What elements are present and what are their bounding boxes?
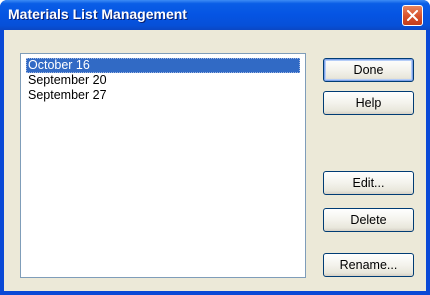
rename-button[interactable]: Rename...	[323, 253, 414, 277]
done-button[interactable]: Done	[323, 58, 414, 82]
dialog-body: October 16 September 20 September 27 Don…	[4, 30, 426, 291]
help-button[interactable]: Help	[323, 91, 414, 115]
list-item[interactable]: September 27	[26, 88, 300, 103]
edit-button[interactable]: Edit...	[323, 171, 414, 195]
delete-button[interactable]: Delete	[323, 208, 414, 232]
close-button[interactable]	[402, 5, 423, 26]
close-icon	[407, 10, 418, 21]
dialog-window: Materials List Management October 16 Sep…	[0, 0, 430, 295]
list-item[interactable]: October 16	[26, 58, 300, 73]
title-bar[interactable]: Materials List Management	[0, 0, 430, 30]
materials-list[interactable]: October 16 September 20 September 27	[20, 53, 306, 278]
window-title: Materials List Management	[8, 6, 187, 22]
list-item[interactable]: September 20	[26, 73, 300, 88]
